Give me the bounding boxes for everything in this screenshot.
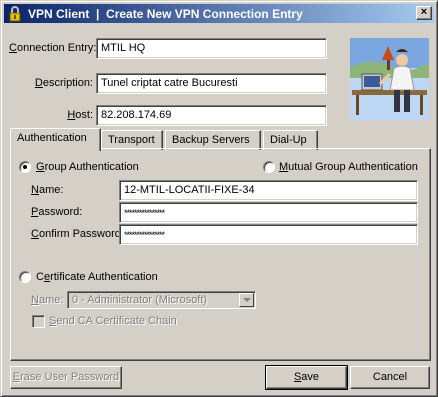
tab-backup-servers[interactable]: Backup Servers [165, 130, 261, 150]
vpn-lock-icon [9, 6, 21, 22]
title-bar[interactable]: VPN Client | Create New VPN Connection E… [4, 4, 434, 23]
connection-entry-input[interactable]: MTIL HQ [96, 38, 327, 59]
erase-user-password-button[interactable]: Erase User Password [10, 366, 122, 389]
vpn-client-illustration [350, 38, 429, 120]
description-label: Description: [34, 77, 93, 89]
authentication-panel [10, 148, 431, 361]
save-button[interactable]: Save [265, 365, 348, 390]
tab-authentication[interactable]: Authentication [10, 128, 101, 151]
host-label: Host: [67, 109, 93, 121]
vpn-connection-dialog: VPN Client | Create New VPN Connection E… [0, 0, 438, 397]
connection-entry-label: Connection Entry: [9, 42, 97, 54]
description-input[interactable]: Tunel criptat catre Bucuresti [96, 73, 327, 94]
cancel-button[interactable]: Cancel [350, 366, 430, 389]
window-title: VPN Client | Create New VPN Connection E… [28, 7, 303, 21]
tab-dial-up[interactable]: Dial-Up [263, 130, 318, 150]
tab-transport[interactable]: Transport [101, 130, 163, 150]
host-input[interactable]: 82.208.174.69 [96, 105, 327, 126]
close-icon: × [420, 6, 428, 18]
close-button[interactable]: × [416, 6, 432, 20]
